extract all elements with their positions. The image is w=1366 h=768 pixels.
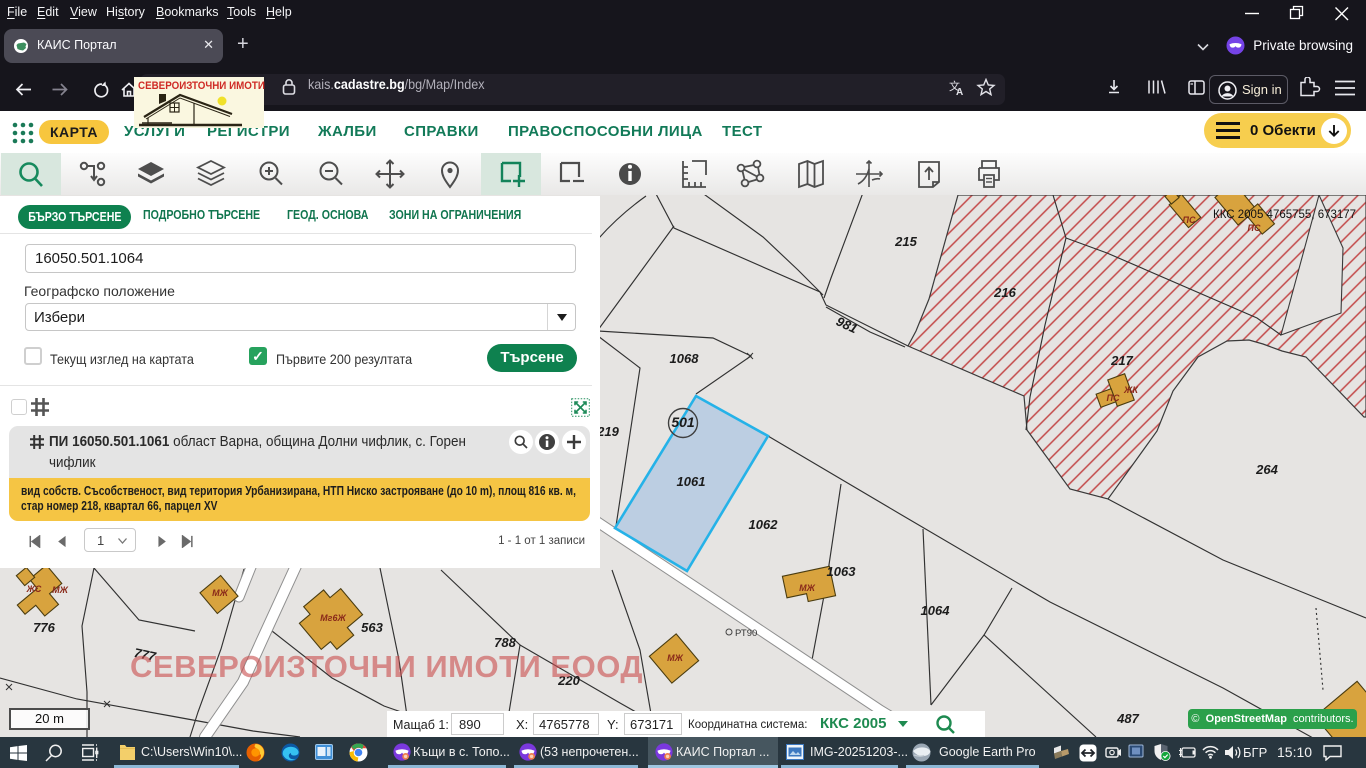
svg-text:A: A — [956, 87, 963, 98]
svg-text:563: 563 — [361, 620, 383, 635]
svg-text:264: 264 — [1255, 462, 1278, 477]
svg-text:Мг6Ж: Мг6Ж — [320, 613, 346, 623]
svg-text:217: 217 — [1110, 353, 1133, 368]
svg-text:1061: 1061 — [677, 474, 706, 489]
svg-text:215: 215 — [894, 234, 917, 249]
svg-text:ПС: ПС — [1183, 215, 1196, 225]
svg-text:МЖ: МЖ — [799, 583, 815, 593]
svg-text:788: 788 — [494, 635, 516, 650]
svg-text:МЖ: МЖ — [52, 585, 68, 595]
svg-text:1064: 1064 — [921, 603, 951, 618]
svg-text:501: 501 — [671, 414, 695, 430]
svg-text:ККС 2005 4765755, 673177: ККС 2005 4765755, 673177 — [1213, 209, 1356, 221]
svg-text:ЖК: ЖК — [1123, 385, 1139, 395]
svg-text:ЖС: ЖС — [26, 584, 42, 594]
svg-text:ПС: ПС — [1107, 393, 1120, 403]
svg-text:487: 487 — [1116, 711, 1139, 726]
svg-text:776: 776 — [33, 620, 55, 635]
svg-text:СЕВЕРОИЗТОЧНИ ИМОТИ ЕООД: СЕВЕРОИЗТОЧНИ ИМОТИ ЕООД — [130, 649, 643, 684]
svg-text:МЖ: МЖ — [212, 588, 228, 598]
svg-text:1063: 1063 — [827, 564, 857, 579]
svg-text:216: 216 — [993, 285, 1016, 300]
svg-text:РТ90: РТ90 — [735, 628, 757, 639]
svg-text:1068: 1068 — [670, 351, 700, 366]
svg-text:1062: 1062 — [749, 517, 779, 532]
svg-text:ПС: ПС — [1248, 223, 1261, 233]
svg-text:МЖ: МЖ — [667, 653, 683, 663]
